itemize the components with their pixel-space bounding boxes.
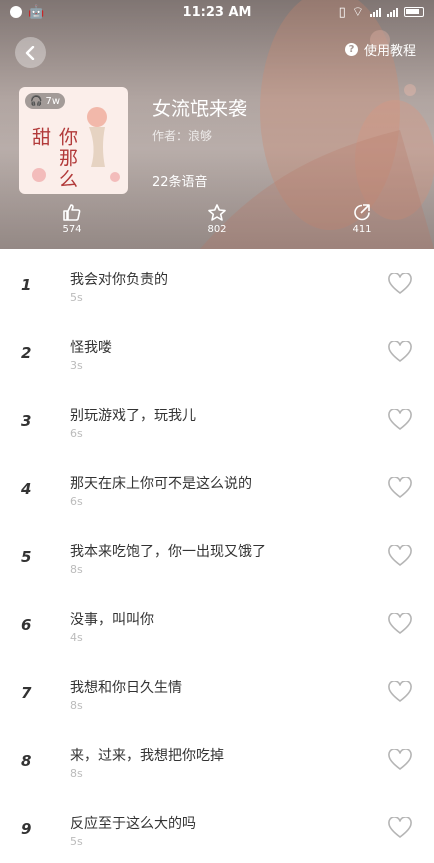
- item-duration: 8s: [70, 699, 83, 712]
- headphones-icon: 🎧: [30, 95, 43, 107]
- album-author: 作者：浪够: [152, 129, 213, 143]
- favorite-button[interactable]: 802: [187, 204, 247, 235]
- list-item[interactable]: 6 没事，叫叫你 4s: [0, 589, 434, 657]
- item-duration: 6s: [70, 495, 83, 508]
- status-time: 11:23 AM: [182, 4, 252, 20]
- album-title: 女流氓来袭: [152, 98, 248, 120]
- help-icon: ?: [344, 43, 358, 56]
- heart-icon[interactable]: [388, 681, 412, 703]
- heart-icon[interactable]: [388, 341, 412, 363]
- chevron-left-icon: [25, 45, 34, 60]
- like-count: 574: [62, 224, 82, 235]
- heart-icon[interactable]: [388, 613, 412, 635]
- play-count: 7w: [45, 95, 60, 107]
- share-count: 411: [352, 224, 372, 235]
- item-duration: 5s: [70, 835, 83, 848]
- item-title: 那天在床上你可不是这么说的: [70, 476, 252, 492]
- item-duration: 6s: [70, 427, 83, 440]
- item-title: 怪我喽: [70, 340, 112, 356]
- item-title: 我想和你日久生情: [70, 680, 182, 696]
- list-item[interactable]: 7 我想和你日久生情 8s: [0, 657, 434, 725]
- battery-icon: [404, 7, 424, 17]
- item-title: 没事，叫叫你: [70, 612, 154, 628]
- share-icon: [354, 204, 370, 221]
- list-item[interactable]: 2 怪我喽 3s: [0, 317, 434, 385]
- item-duration: 8s: [70, 767, 83, 780]
- status-bar: 🤖 11:23 AM ▯ ⌔: [0, 0, 434, 24]
- album-cover: 🎧 7w 你那么甜: [19, 87, 128, 194]
- item-number: 2: [21, 344, 32, 362]
- heart-icon[interactable]: [388, 273, 412, 295]
- heart-icon[interactable]: [388, 749, 412, 771]
- item-duration: 3s: [70, 359, 83, 372]
- item-title: 我会对你负责的: [70, 272, 168, 288]
- voice-count: 22条语音: [152, 175, 208, 190]
- share-button[interactable]: 411: [332, 204, 392, 235]
- item-number: 8: [21, 752, 32, 770]
- heart-icon[interactable]: [388, 545, 412, 567]
- heart-icon[interactable]: [388, 409, 412, 431]
- item-title: 反应至于这么大的吗: [70, 816, 196, 832]
- list-item[interactable]: 5 我本来吃饱了，你一出现又饿了 8s: [0, 521, 434, 589]
- item-title: 别玩游戏了，玩我儿: [70, 408, 196, 424]
- item-number: 6: [21, 616, 32, 634]
- help-label: 使用教程: [363, 44, 416, 59]
- list-item[interactable]: 9 反应至于这么大的吗 5s: [0, 793, 434, 861]
- cover-title: 你那么甜: [29, 127, 78, 190]
- back-button[interactable]: [15, 37, 46, 68]
- heart-icon[interactable]: [388, 817, 412, 839]
- play-count-badge: 🎧 7w: [25, 93, 65, 109]
- item-number: 1: [21, 276, 32, 294]
- item-duration: 8s: [70, 563, 83, 576]
- like-button[interactable]: 574: [42, 204, 102, 235]
- list-item[interactable]: 8 来，过来，我想把你吃掉 8s: [0, 725, 434, 793]
- list-item[interactable]: 1 我会对你负责的 5s: [0, 249, 434, 317]
- item-duration: 5s: [70, 291, 83, 304]
- item-number: 4: [21, 480, 32, 498]
- thumbs-up-icon: [63, 204, 81, 221]
- star-icon: [208, 204, 226, 221]
- list-item[interactable]: 4 那天在床上你可不是这么说的 6s: [0, 453, 434, 521]
- item-number: 3: [21, 412, 32, 430]
- item-number: 9: [21, 820, 32, 838]
- item-duration: 4s: [70, 631, 83, 644]
- list-item[interactable]: 3 别玩游戏了，玩我儿 6s: [0, 385, 434, 453]
- item-title: 我本来吃饱了，你一出现又饿了: [70, 544, 266, 560]
- voice-list: 1 我会对你负责的 5s 2 怪我喽 3s 3 别玩游戏了，玩我儿 6s 4 那…: [0, 249, 434, 861]
- heart-icon[interactable]: [388, 477, 412, 499]
- help-tutorial-link[interactable]: ? 使用教程: [344, 40, 416, 59]
- item-number: 7: [21, 684, 32, 702]
- header-banner: 🤖 11:23 AM ▯ ⌔ ? 使用教程 🎧 7w 你那么甜 女流氓来袭 作者…: [0, 0, 434, 249]
- favorite-count: 802: [207, 224, 227, 235]
- item-number: 5: [21, 548, 32, 566]
- item-title: 来，过来，我想把你吃掉: [70, 748, 224, 764]
